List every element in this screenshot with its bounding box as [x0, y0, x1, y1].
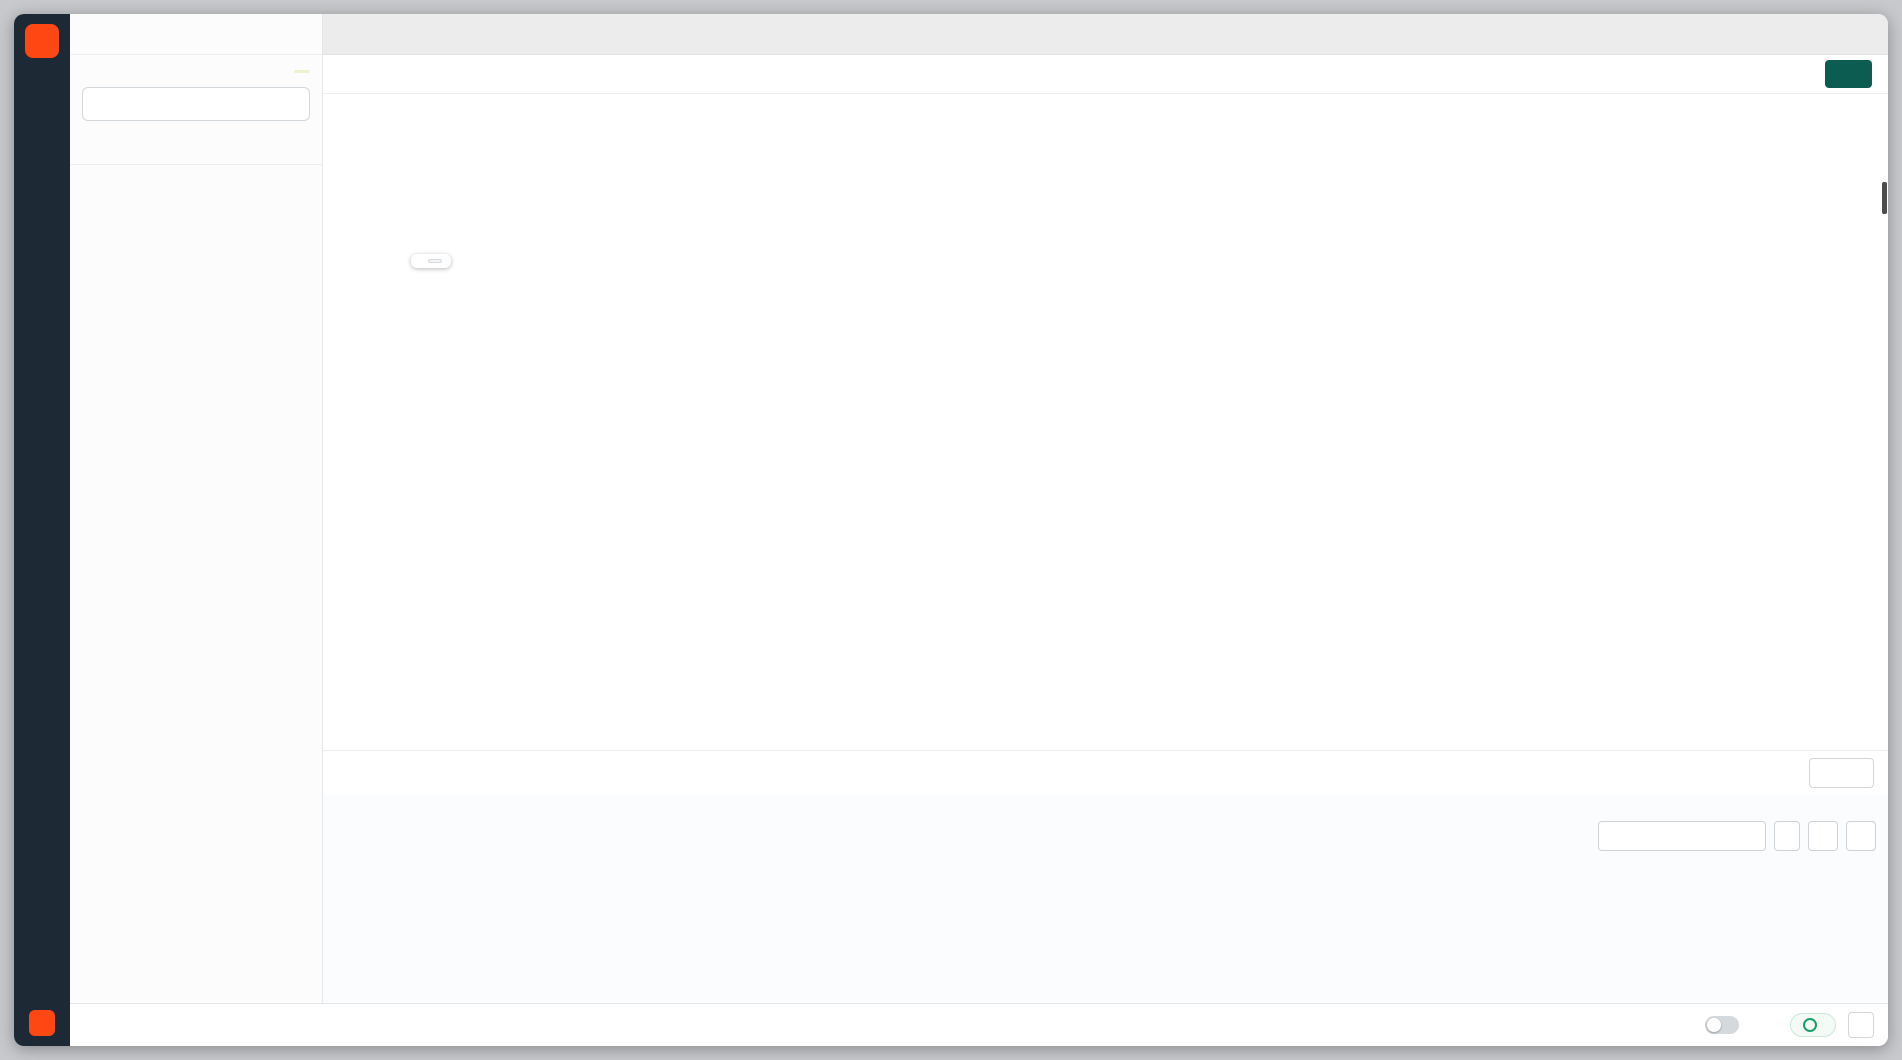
status-bar [70, 1003, 1888, 1046]
copy-branch-icon[interactable] [296, 27, 310, 41]
refresh-icon [1854, 829, 1869, 844]
chevron-down-icon [288, 99, 299, 110]
new-tab-button[interactable] [1848, 14, 1888, 54]
nav-rail [14, 14, 70, 1046]
status-badge[interactable] [1790, 1013, 1836, 1037]
defer-toggle[interactable] [1705, 1016, 1739, 1034]
dbt-ide-window [14, 14, 1888, 1046]
chevron-down-icon [82, 66, 93, 77]
version-control-section [70, 55, 322, 165]
sidebar [70, 14, 323, 1003]
branch-row [70, 14, 322, 55]
save-button[interactable] [1825, 60, 1872, 88]
changes-count-badge [294, 70, 310, 73]
editor-toolbar [323, 750, 1888, 795]
file-tree [70, 205, 322, 1003]
tooltip-shortcut [428, 259, 442, 263]
right-column [70, 14, 1888, 1046]
status-right-group [1705, 1012, 1874, 1038]
main-area [323, 14, 1888, 1003]
sparkle-icon [1822, 766, 1836, 780]
content-row [70, 14, 1888, 1003]
file-icon [82, 136, 96, 150]
version-control-header[interactable] [82, 66, 310, 77]
dbt-labs-logo[interactable] [29, 1010, 55, 1036]
save-icon [1838, 67, 1852, 81]
changed-file-row[interactable] [82, 136, 310, 150]
fullscreen-button[interactable] [1808, 821, 1838, 851]
file-state-icon[interactable] [348, 67, 363, 82]
expand-command-bar-icon[interactable] [84, 1017, 100, 1033]
search-icon[interactable] [295, 178, 310, 193]
code-editor[interactable] [323, 94, 1888, 750]
more-options-button[interactable] [1848, 1012, 1874, 1038]
chevron-down-icon [1850, 768, 1861, 779]
dots-icon [1854, 1018, 1869, 1033]
command-input[interactable] [112, 1017, 546, 1034]
commit-and-sync-button[interactable] [82, 87, 310, 121]
refresh-button[interactable] [1846, 821, 1876, 851]
code-lines [323, 94, 1888, 750]
git-branch-icon [82, 27, 96, 41]
desktop [0, 0, 1902, 1060]
expand-icon [1816, 829, 1831, 844]
edit-tooltip [411, 254, 451, 268]
lineage-controls [1598, 821, 1876, 851]
lineage-panel [323, 795, 1888, 1003]
lineage-search-input[interactable] [1598, 821, 1766, 851]
file-explorer-header[interactable] [70, 165, 322, 205]
tab-bar [323, 14, 1888, 55]
dbt-x-icon [35, 34, 50, 49]
chevron-down-icon [82, 180, 93, 191]
plus-icon [1861, 27, 1875, 41]
dbt-logo[interactable] [25, 24, 59, 58]
scrollbar-thumb[interactable] [1882, 182, 1887, 214]
help-icon[interactable] [1763, 1018, 1778, 1033]
dbt-copilot-button[interactable] [1809, 758, 1874, 788]
update-graph-button[interactable] [1774, 821, 1800, 851]
breadcrumb-row [323, 55, 1888, 94]
ready-ring-icon [1803, 1018, 1817, 1032]
